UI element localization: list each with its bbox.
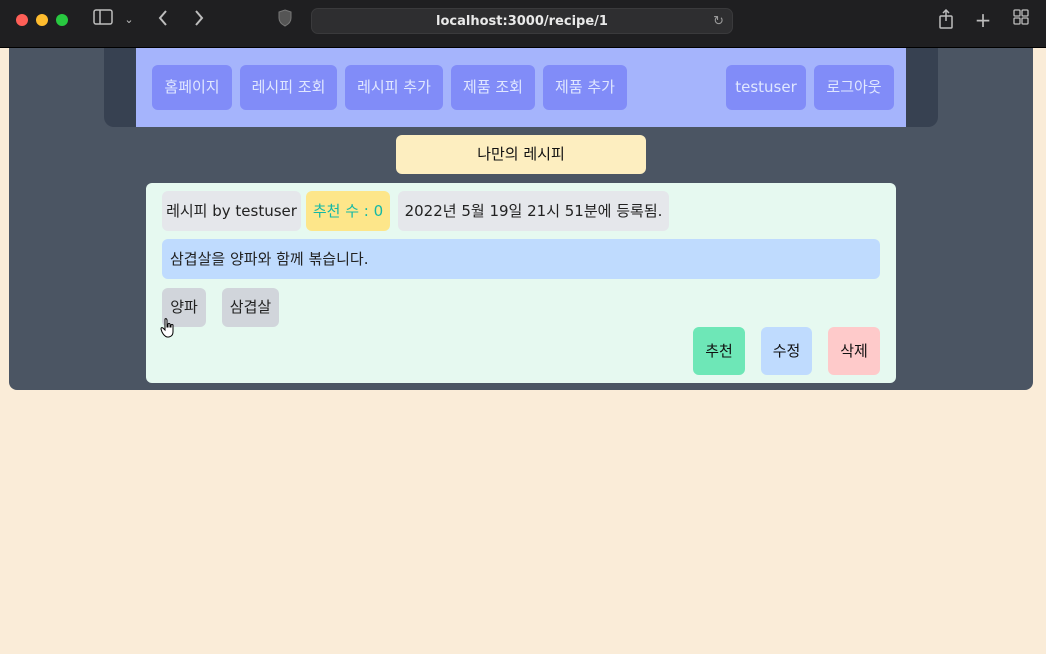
navbar: 홈페이지 레시피 조회 레시피 추가 제품 조회 제품 추가 testuser … [136, 48, 906, 127]
nav-logout-button[interactable]: 로그아웃 [814, 65, 894, 110]
nav-recipe-add-button[interactable]: 레시피 추가 [345, 65, 443, 110]
zoom-window-button[interactable] [56, 14, 68, 26]
page-title: 나만의 레시피 [396, 135, 646, 174]
minimize-window-button[interactable] [36, 14, 48, 26]
url-text: localhost:3000/recipe/1 [436, 14, 608, 29]
nav-product-add-button[interactable]: 제품 추가 [543, 65, 627, 110]
recommend-count: 추천 수 : 0 [306, 191, 390, 231]
recipe-card: 레시피 by testuser 추천 수 : 0 2022년 5월 19일 21… [146, 183, 896, 383]
registered-date: 2022년 5월 19일 21시 51분에 등록됨. [398, 191, 669, 231]
sidebar-icon[interactable] [92, 9, 114, 31]
ingredient-tag[interactable]: 삼겹살 [222, 288, 279, 327]
nav-product-list-button[interactable]: 제품 조회 [451, 65, 535, 110]
tab-overview-icon[interactable] [1011, 9, 1031, 31]
close-window-button[interactable] [16, 14, 28, 26]
nav-user-button[interactable]: testuser [726, 65, 806, 110]
chevron-down-icon[interactable]: ⌄ [122, 9, 136, 31]
share-icon[interactable] [936, 8, 956, 31]
app-page: 홈페이지 레시피 조회 레시피 추가 제품 조회 제품 추가 testuser … [0, 48, 1046, 654]
nav-recipe-list-button[interactable]: 레시피 조회 [240, 65, 337, 110]
edit-button[interactable]: 수정 [761, 327, 812, 375]
delete-button[interactable]: 삭제 [828, 327, 880, 375]
reload-icon[interactable]: ↻ [713, 9, 724, 35]
new-tab-icon[interactable]: + [973, 9, 993, 31]
address-bar[interactable]: localhost:3000/recipe/1 ↻ [311, 8, 733, 34]
recommend-button[interactable]: 추천 [693, 327, 745, 375]
shield-icon[interactable] [276, 9, 294, 31]
browser-toolbar: ⌄ localhost:3000/recipe/1 ↻ + [0, 0, 1046, 48]
author-label: 레시피 by testuser [162, 191, 301, 231]
hand-cursor-icon [160, 318, 174, 338]
back-icon[interactable] [154, 9, 172, 31]
recipe-description: 삼겹살을 양파와 함께 볶습니다. [162, 239, 880, 279]
nav-home-button[interactable]: 홈페이지 [152, 65, 232, 110]
forward-icon[interactable] [190, 9, 208, 31]
